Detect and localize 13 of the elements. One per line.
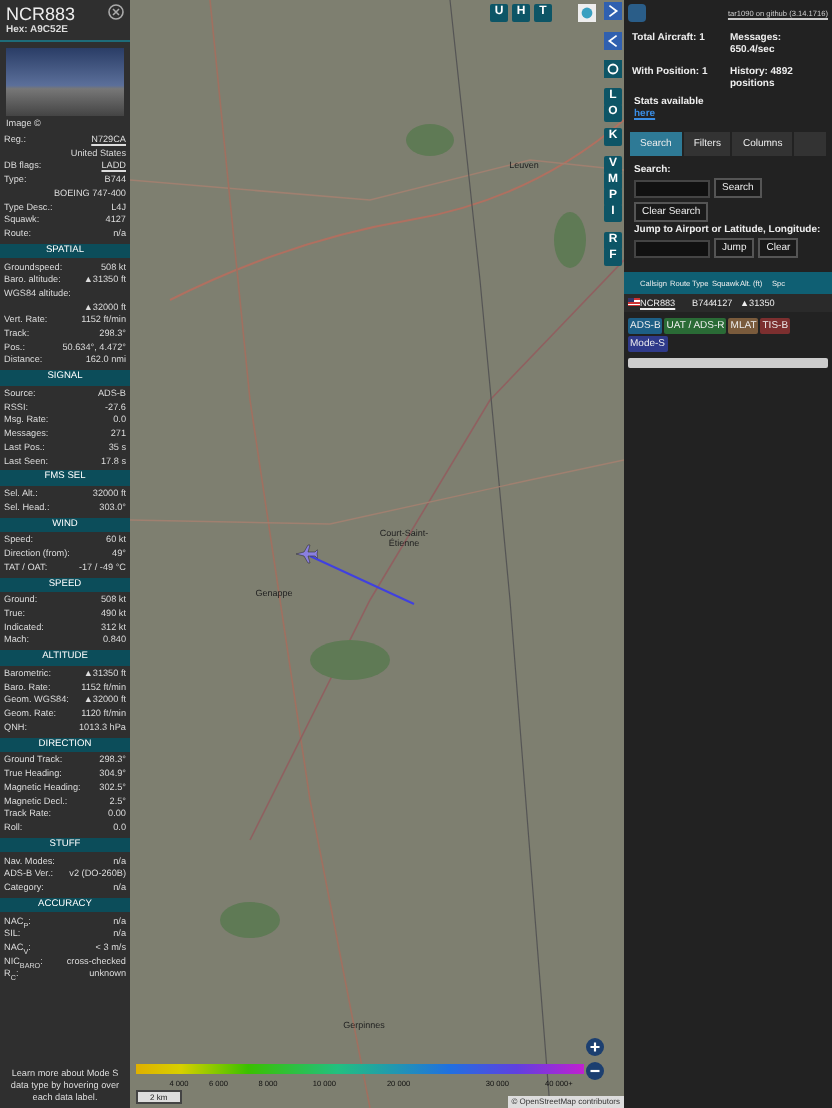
flight-track-line: [306, 552, 418, 608]
search-field[interactable]: [634, 179, 710, 197]
zoom-in-icon[interactable]: [586, 1038, 604, 1056]
chevron-left-icon[interactable]: [604, 32, 622, 50]
chevron-right-icon[interactable]: [604, 2, 622, 20]
close-icon[interactable]: [108, 4, 124, 20]
panel-toggle-button[interactable]: [628, 4, 646, 22]
photo-placeholder: [6, 48, 124, 116]
flag-icon: [628, 298, 640, 306]
zoom-out-icon[interactable]: [586, 1062, 604, 1080]
scrollbar[interactable]: [628, 358, 828, 368]
jump-field[interactable]: [634, 239, 710, 257]
aircraft-callsign: NCR883: [6, 4, 76, 24]
